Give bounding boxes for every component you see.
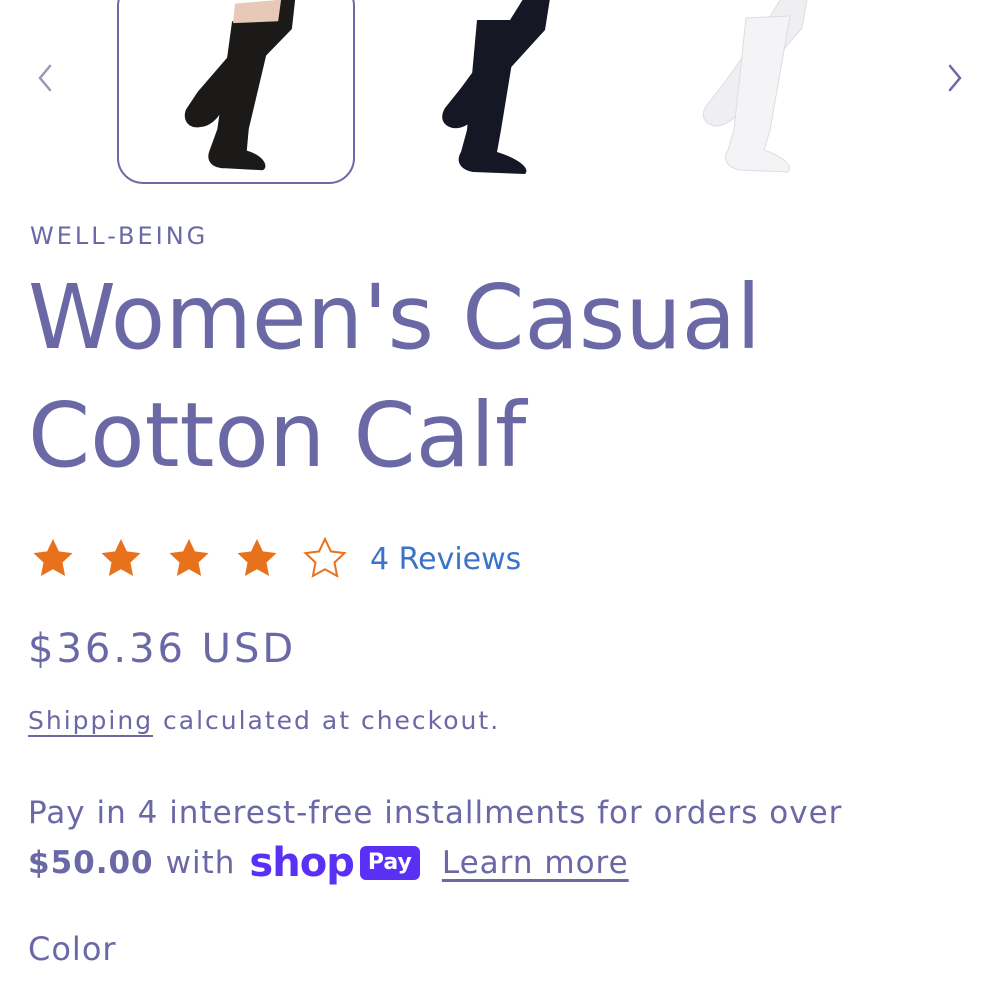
product-title-line-2: Cotton Calf xyxy=(28,383,527,487)
color-option-label: Color xyxy=(28,930,117,968)
star-outline-icon xyxy=(300,534,350,584)
star-filled-icon xyxy=(232,534,282,584)
shipping-link[interactable]: Shipping xyxy=(28,706,153,735)
product-image-carousel xyxy=(0,0,1000,195)
carousel-next-button[interactable] xyxy=(936,58,972,98)
learn-more-link[interactable]: Learn more xyxy=(442,838,629,888)
chevron-right-icon xyxy=(948,64,962,92)
product-price: $36.36 USD xyxy=(28,626,297,672)
shipping-note-text: calculated at checkout. xyxy=(153,706,501,735)
installments-with-text: with xyxy=(165,845,236,881)
reviews-link[interactable]: 4 Reviews xyxy=(370,542,521,577)
shipping-note: Shipping calculated at checkout. xyxy=(28,706,500,735)
navy-sock-image xyxy=(442,0,550,174)
carousel-prev-button[interactable] xyxy=(28,58,64,98)
chevron-left-icon xyxy=(38,64,52,92)
installments-threshold-amount: $50.00 xyxy=(28,845,154,881)
product-title: Women's Casual Cotton Calf xyxy=(28,258,968,494)
star-filled-icon xyxy=(164,534,214,584)
installments-text: Pay in 4 interest-free installments for … xyxy=(28,795,843,831)
rating-stars xyxy=(28,534,368,584)
shop-pay-installments-banner: Pay in 4 interest-free installments for … xyxy=(28,788,988,888)
thumbnail-black-socks[interactable] xyxy=(117,0,355,184)
star-filled-icon xyxy=(28,534,78,584)
thumbnail-white-socks[interactable] xyxy=(650,0,888,184)
product-rating: 4 Reviews xyxy=(28,532,521,586)
product-title-line-1: Women's Casual xyxy=(28,265,761,369)
shop-pay-logo: shop xyxy=(249,840,354,886)
product-vendor: WELL-BEING xyxy=(30,222,209,250)
white-sock-image xyxy=(702,0,808,173)
thumbnail-navy-socks[interactable] xyxy=(385,0,623,184)
black-sock-image xyxy=(184,0,296,171)
shop-pay-badge: Pay xyxy=(359,846,420,880)
star-filled-icon xyxy=(96,534,146,584)
